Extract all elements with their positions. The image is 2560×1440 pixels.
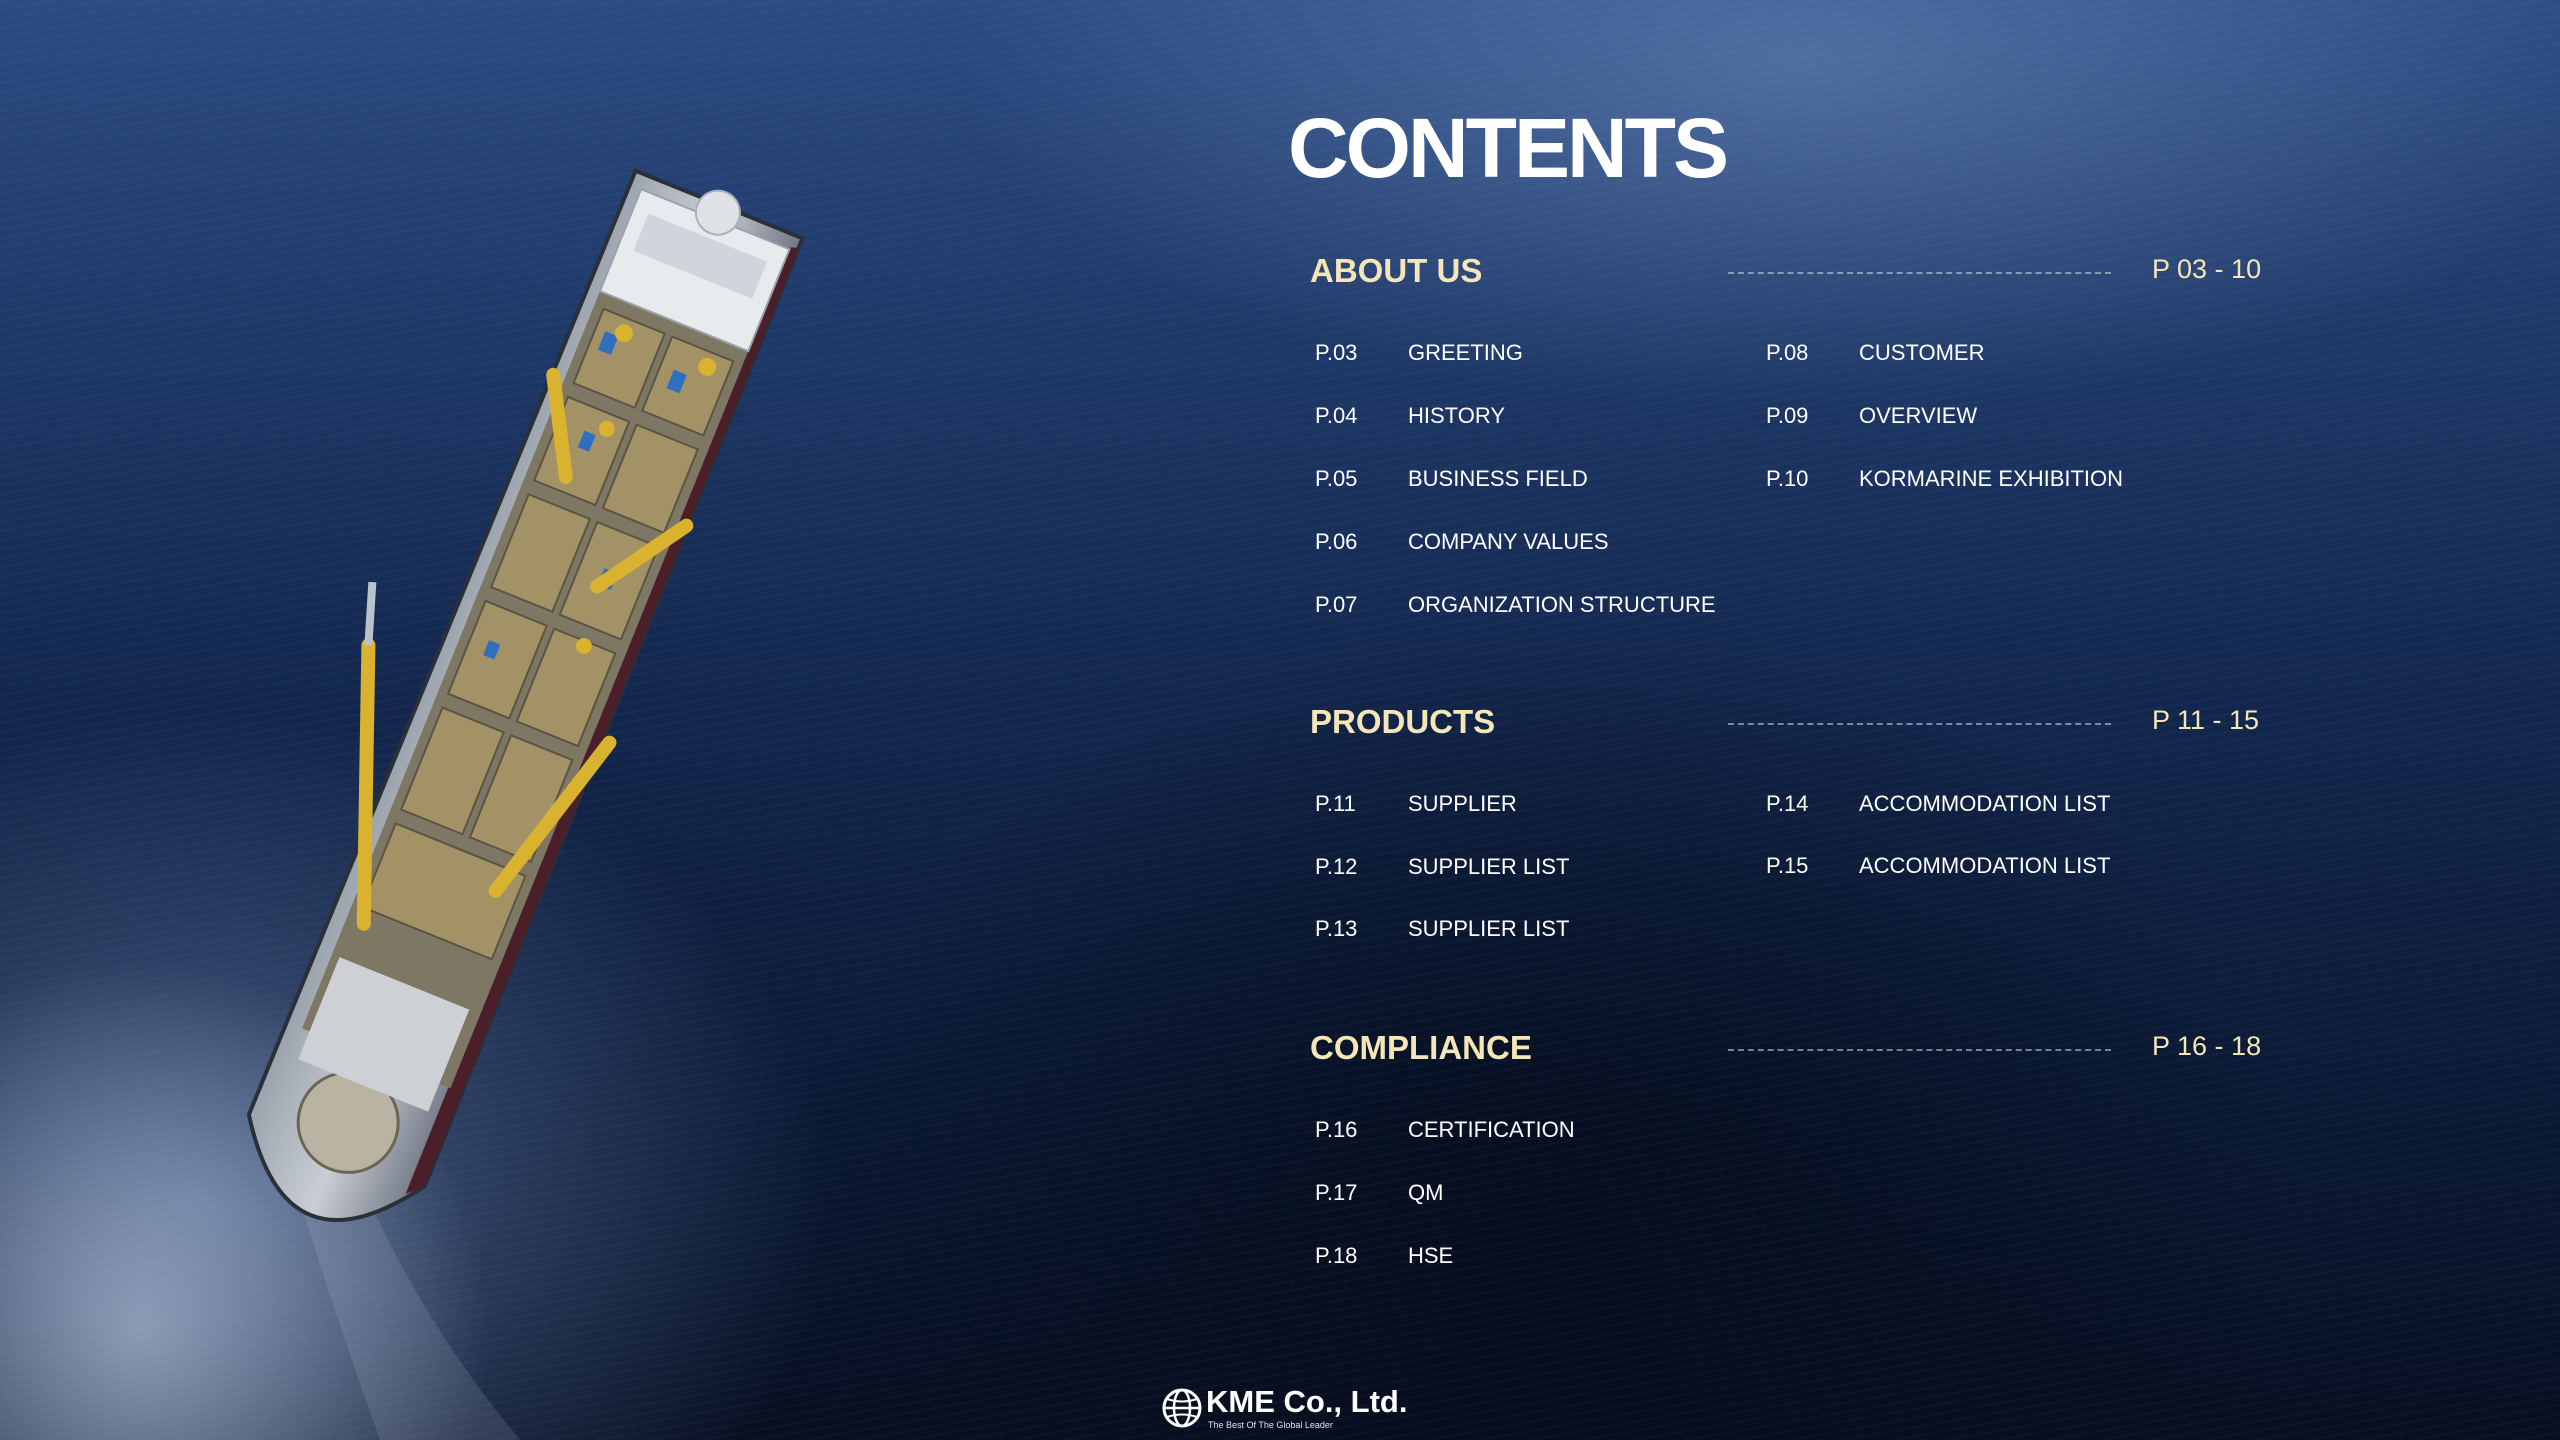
section-page-range: P 11 - 15	[2152, 705, 2260, 735]
section-title: COMPLIANCE	[1310, 1029, 1532, 1066]
section-header: PRODUCTS P 11 - 15	[1310, 703, 2270, 753]
dashed-divider	[1728, 1049, 2111, 1051]
toc-item-label: CERTIFICATION	[1408, 1117, 1575, 1142]
toc-item-label: SUPPLIER LIST	[1408, 854, 1570, 879]
toc-item-label: QM	[1408, 1180, 1444, 1205]
toc-page-number: P.12	[1315, 854, 1358, 879]
toc-page-number: P.13	[1315, 916, 1358, 941]
toc-item-label: CUSTOMER	[1859, 340, 1985, 365]
page-title: CONTENTS	[1288, 101, 1729, 195]
toc-item-label: HSE	[1408, 1243, 1454, 1268]
toc-item-label: KORMARINE EXHIBITION	[1859, 466, 2124, 491]
toc-page-number: P.16	[1315, 1117, 1358, 1142]
toc-item-label: OVERVIEW	[1859, 403, 1978, 428]
toc-page-number: P.04	[1315, 403, 1358, 428]
toc-page-number: P.06	[1315, 529, 1358, 554]
toc-page-number: P.07	[1315, 592, 1358, 617]
company-tagline: The Best Of The Global Leader	[1208, 1420, 1333, 1430]
toc-page-number: P.09	[1766, 403, 1809, 428]
toc-item-label: ORGANIZATION STRUCTURE	[1408, 592, 1716, 617]
toc-item-label: BUSINESS FIELD	[1408, 466, 1588, 491]
section-header: ABOUT US P 03 - 10	[1310, 252, 2270, 302]
dashed-divider	[1728, 723, 2111, 725]
section-header: COMPLIANCE P 16 - 18	[1310, 1029, 2270, 1079]
toc-page-number: P.11	[1315, 791, 1356, 816]
section-about-us: ABOUT US P 03 - 10 P.03 GREETING P.04 HI…	[1310, 252, 2270, 617]
toc-item-label: COMPANY VALUES	[1408, 529, 1609, 554]
toc-page-number: P.15	[1766, 853, 1809, 878]
section-page-range: P 03 - 10	[2152, 254, 2262, 284]
company-name: KME Co., Ltd.	[1206, 1384, 1408, 1419]
toc-item-label: SUPPLIER LIST	[1408, 916, 1570, 941]
toc-item-label: HISTORY	[1408, 403, 1505, 428]
dashed-divider	[1728, 272, 2111, 274]
toc-page-number: P.18	[1315, 1243, 1358, 1268]
section-title: ABOUT US	[1310, 252, 1483, 289]
toc-page-number: P.05	[1315, 466, 1358, 491]
section-page-range: P 16 - 18	[2152, 1031, 2262, 1061]
toc-page-number: P.03	[1315, 340, 1358, 365]
section-compliance: COMPLIANCE P 16 - 18 P.16 CERTIFICATION …	[1310, 1029, 2270, 1268]
toc-page-number: P.10	[1766, 466, 1809, 491]
toc-page-number: P.14	[1766, 791, 1809, 816]
toc-item-label: ACCOMMODATION LIST	[1859, 791, 2111, 816]
toc-item-label: ACCOMMODATION LIST	[1859, 853, 2111, 878]
globe-icon	[1162, 1388, 1202, 1428]
toc-page-number: P.17	[1315, 1180, 1358, 1205]
section-title: PRODUCTS	[1310, 703, 1496, 740]
toc-item-label: GREETING	[1408, 340, 1523, 365]
toc-item-label: SUPPLIER	[1408, 791, 1517, 816]
toc-page-number: P.08	[1766, 340, 1809, 365]
ship-photo	[0, 168, 806, 1440]
section-products: PRODUCTS P 11 - 15 P.11 SUPPLIER P.12 SU…	[1310, 703, 2270, 941]
